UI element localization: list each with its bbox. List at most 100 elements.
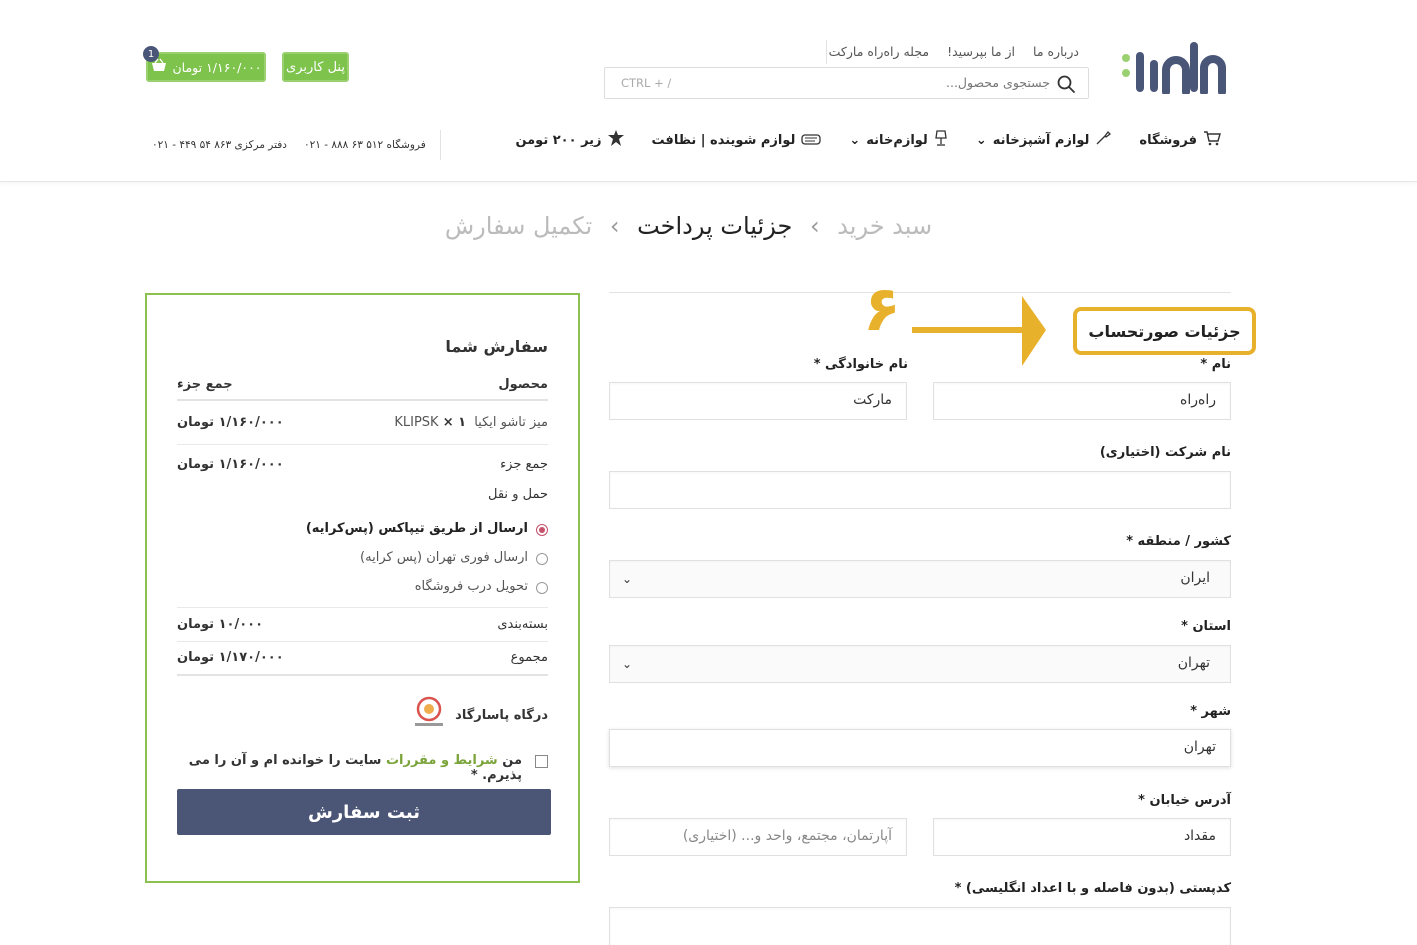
- step-complete: تکمیل سفارش: [444, 212, 593, 240]
- address-label: آدرس خیابان *: [1138, 793, 1231, 808]
- radio-selected[interactable]: [536, 524, 548, 536]
- nav-shop[interactable]: فروشگاه: [1139, 130, 1221, 150]
- nav-kitchen-label: لوازم آشپزخانه: [992, 132, 1090, 148]
- company-label: نام شرکت (اختیاری): [1099, 445, 1231, 460]
- top-link-ask[interactable]: از ما بپرسید!: [947, 44, 1015, 59]
- step-cart[interactable]: سبد خرید: [837, 212, 932, 240]
- item-name: میز تاشو ایکیا KLIPSK: [394, 415, 548, 430]
- item-price: ۱/۱۶۰/۰۰۰ تومان: [177, 415, 284, 430]
- logo-mark-icon: [1122, 42, 1226, 96]
- divider: [177, 674, 548, 676]
- step-separator: ›: [609, 212, 620, 240]
- nav-cleaning[interactable]: لوازم شوینده | نظافت: [652, 131, 822, 149]
- terms-required: *: [470, 768, 478, 783]
- first-name-field[interactable]: راه‌راه: [933, 382, 1231, 420]
- divider: [177, 607, 548, 608]
- main-nav: فروشگاه لوازم آشپزخانه ⌄ لوازم‌خانه ⌄ لو…: [515, 130, 1221, 150]
- cart-count-badge: 1: [143, 46, 159, 62]
- divider: [177, 444, 548, 445]
- shipping-option-pickup[interactable]: تحویل درب فروشگاه: [177, 579, 548, 594]
- cart-button[interactable]: ۱/۱۶۰/۰۰۰ تومان: [146, 52, 266, 82]
- packaging-row: بسته‌بندی ۱۰/۰۰۰ تومان: [177, 617, 548, 632]
- top-link-about[interactable]: درباره ما: [1033, 44, 1079, 59]
- radio[interactable]: [536, 582, 548, 594]
- shipping-option-label: ارسال از طریق تیپاکس (پس‌کرایه): [305, 521, 528, 536]
- packaging-value: ۱۰/۰۰۰ تومان: [177, 617, 264, 632]
- user-panel-button[interactable]: پنل کاربری: [282, 52, 349, 82]
- nav-shop-label: فروشگاه: [1139, 132, 1197, 148]
- terms-prefix: من: [502, 753, 522, 768]
- top-links-divider: [826, 40, 827, 64]
- search-icon: [1056, 74, 1076, 94]
- country-select[interactable]: ایران ⌄: [609, 560, 1231, 598]
- shipping-option-label: ارسال فوری تهران (پس کرایه): [360, 550, 528, 565]
- radio[interactable]: [536, 553, 548, 565]
- soap-icon: [801, 131, 822, 149]
- state-select[interactable]: تهران ⌄: [609, 645, 1231, 683]
- chevron-down-icon: ⌄: [849, 132, 861, 148]
- nav-under-200[interactable]: زیر ۲۰۰ تومن: [515, 130, 624, 150]
- order-header: محصول جمع جزء: [177, 377, 548, 392]
- nav-kitchen[interactable]: لوازم آشپزخانه ⌄: [976, 130, 1112, 150]
- search-input[interactable]: جستجوی محصول... CTRL + /: [604, 67, 1089, 99]
- item-name-group: میز تاشو ایکیا KLIPSK × ۱: [394, 415, 548, 430]
- state-value: تهران: [1177, 655, 1210, 671]
- step-payment: جزئیات پرداخت: [637, 212, 793, 240]
- billing-heading: جزئیات صورتحساب: [1073, 307, 1256, 355]
- shipping-option-tipax[interactable]: ارسال از طریق تیپاکس (پس‌کرایه): [177, 521, 548, 536]
- nav-home[interactable]: لوازم‌خانه ⌄: [849, 130, 947, 150]
- packaging-label: بسته‌بندی: [497, 617, 548, 632]
- chevron-down-icon: ⌄: [622, 657, 633, 671]
- terms-checkbox[interactable]: [535, 755, 548, 768]
- divider: [177, 399, 548, 401]
- nav-cleaning-label: لوازم شوینده | نظافت: [651, 132, 796, 148]
- billing-heading-text: جزئیات صورتحساب: [1088, 321, 1241, 341]
- shipping-label: حمل و نقل: [488, 487, 548, 502]
- col-product: محصول: [498, 377, 548, 392]
- company-field[interactable]: [609, 471, 1231, 509]
- cart-total: ۱/۱۶۰/۰۰۰ تومان: [172, 59, 262, 75]
- chevron-down-icon: ⌄: [622, 572, 633, 586]
- nav-home-label: لوازم‌خانه: [866, 132, 928, 148]
- country-value: ایران: [1180, 570, 1210, 586]
- state-label: استان *: [1181, 619, 1231, 634]
- total-value: ۱/۱۷۰/۰۰۰ تومان: [177, 650, 284, 665]
- col-subtotal: جمع جزء: [177, 377, 233, 392]
- step-number: ۶: [863, 272, 901, 345]
- site-header: درباره ما از ما بپرسید! مجله راه‌راه مار…: [0, 0, 1417, 182]
- shipping-option-express[interactable]: ارسال فوری تهران (پس کرایه): [177, 550, 548, 565]
- divider: [177, 641, 548, 642]
- top-link-magazine[interactable]: مجله راه‌راه مارکت: [829, 44, 929, 59]
- address-line2-field[interactable]: آپارتمان، مجتمع، واحد و... (اختیاری): [609, 818, 907, 856]
- terms-row: من شرایط و مقررات سایت را خوانده ام و آن…: [177, 753, 548, 783]
- bank-pasargad-logo-icon: [411, 695, 447, 735]
- address-line1-field[interactable]: مقداد: [933, 818, 1231, 856]
- place-order-button[interactable]: ثبت سفارش: [177, 789, 551, 835]
- postcode-field[interactable]: [609, 907, 1231, 945]
- search-placeholder: جستجوی محصول...: [946, 75, 1050, 90]
- search-shortcut: CTRL + /: [621, 76, 672, 90]
- spatula-icon: [1095, 130, 1112, 150]
- top-links: درباره ما از ما بپرسید! مجله راه‌راه مار…: [829, 44, 1079, 59]
- step-separator: ›: [809, 212, 820, 240]
- first-name-label: نام *: [1200, 357, 1231, 372]
- logo[interactable]: [1120, 40, 1226, 96]
- place-order-label: ثبت سفارش: [307, 801, 421, 823]
- last-name-field[interactable]: مارکت: [609, 382, 907, 420]
- city-field[interactable]: تهران: [609, 729, 1231, 767]
- user-panel-label: پنل کاربری: [286, 59, 345, 75]
- country-label: کشور / منطقه *: [1126, 534, 1231, 549]
- terms-link[interactable]: شرایط و مقررات: [386, 753, 498, 768]
- order-summary: سفارش شما محصول جمع جزء میز تاشو ایکیا K…: [145, 293, 580, 883]
- payment-gateway[interactable]: درگاه پاسارگاد: [177, 695, 548, 735]
- nav-under-200-label: زیر ۲۰۰ تومن: [515, 132, 602, 148]
- shipping-option-label: تحویل درب فروشگاه: [414, 579, 528, 594]
- star-badge-icon: [607, 130, 624, 150]
- postcode-label: کدپستی (بدون فاصله و با اعداد انگلیسی) *: [954, 881, 1231, 896]
- checkout-steps: سبد خرید › جزئیات پرداخت › تکمیل سفارش: [0, 212, 1377, 240]
- cart-icon: [1203, 130, 1221, 150]
- order-title: سفارش شما: [445, 337, 548, 356]
- gateway-label: درگاه پاسارگاد: [455, 707, 548, 723]
- total-row: مجموع ۱/۱۷۰/۰۰۰ تومان: [177, 650, 548, 665]
- phone-office: دفتر مرکزی ۸۶۳ ۵۴ ۴۴۹ - ۰۲۱: [152, 139, 287, 151]
